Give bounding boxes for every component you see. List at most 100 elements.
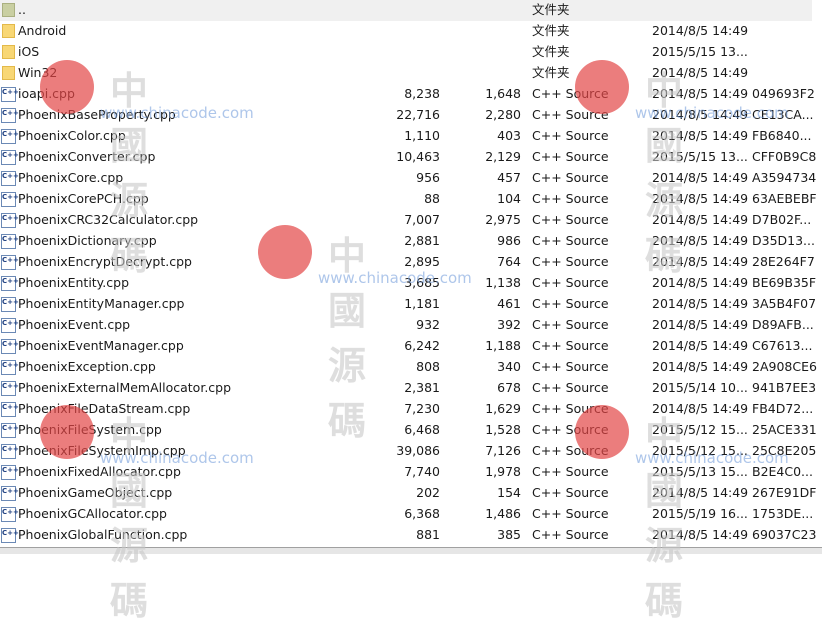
file-row[interactable]: C++ PhoenixFixedAllocator.cpp 7,740 1,978 C+…	[0, 462, 822, 483]
file-crc: A3594734	[752, 170, 817, 185]
file-type: C++ Source	[532, 485, 609, 500]
file-name: PhoenixFileSystem.cpp	[18, 422, 162, 437]
file-name: PhoenixCore.cpp	[18, 170, 124, 185]
cpp-file-icon: C++	[1, 381, 19, 396]
file-modified: 2015/5/15 13...	[652, 149, 748, 164]
file-crc: 25ACE331	[752, 422, 817, 437]
file-row[interactable]: C++ PhoenixCore.cpp 956 457 C++ Source 2014/8…	[0, 168, 822, 189]
file-size: 2,381	[404, 380, 440, 395]
file-name: Android	[18, 23, 67, 38]
file-row[interactable]: C++ PhoenixFileDataStream.cpp 7,230 1,629 C+…	[0, 399, 822, 420]
cpp-file-icon: C++	[1, 192, 19, 207]
file-row[interactable]: C++ PhoenixDictionary.cpp 2,881 986 C++ Sour…	[0, 231, 822, 252]
file-crc: D35D13...	[752, 233, 815, 248]
file-packed: 392	[497, 317, 521, 332]
file-row[interactable]: C++ PhoenixGCAllocator.cpp 6,368 1,486 C++ S…	[0, 504, 822, 525]
file-packed: 1,138	[485, 275, 521, 290]
file-packed: 403	[497, 128, 521, 143]
file-row[interactable]: C++ PhoenixException.cpp 808 340 C++ Source 2…	[0, 357, 822, 378]
file-crc: C67613...	[752, 338, 813, 353]
file-modified: 2014/8/5 14:49	[652, 212, 749, 227]
cpp-file-icon: C++	[1, 339, 19, 354]
file-name: PhoenixException.cpp	[18, 359, 156, 374]
file-row[interactable]: C++ PhoenixCRC32Calculator.cpp 7,007 2,975 C…	[0, 210, 822, 231]
file-row[interactable]: iOS 文件夹 2015/5/15 13...	[0, 42, 822, 63]
file-name: PhoenixEventManager.cpp	[18, 338, 184, 353]
file-crc: 69037C23	[752, 527, 817, 542]
file-packed: 1,629	[485, 401, 521, 416]
file-type: C++ Source	[532, 149, 609, 164]
file-size: 202	[416, 485, 440, 500]
file-type: C++ Source	[532, 107, 609, 122]
file-crc: FB4D72...	[752, 401, 814, 416]
cpp-file-icon: C++	[1, 528, 19, 543]
file-row[interactable]: Android 文件夹 2014/8/5 14:49	[0, 21, 822, 42]
file-modified: 2014/8/5 14:49	[652, 527, 749, 542]
file-row[interactable]: C++ PhoenixEvent.cpp 932 392 C++ Source 2014/…	[0, 315, 822, 336]
file-type: C++ Source	[532, 86, 609, 101]
file-name: PhoenixGlobalFunction.cpp	[18, 527, 188, 542]
cpp-file-icon: C++	[1, 444, 19, 459]
file-row[interactable]: .. 文件夹	[0, 0, 812, 21]
file-row[interactable]: C++ PhoenixEntity.cpp 3,685 1,138 C++ Source…	[0, 273, 822, 294]
file-modified: 2014/8/5 14:49	[652, 128, 749, 143]
file-row[interactable]: C++ PhoenixGameObject.cpp 202 154 C++ Source…	[0, 483, 822, 504]
file-modified: 2014/8/5 14:49	[652, 338, 749, 353]
file-row[interactable]: C++ PhoenixEncryptDecrypt.cpp 2,895 764 C++ …	[0, 252, 822, 273]
file-row[interactable]: C++ PhoenixConverter.cpp 10,463 2,129 C++ So…	[0, 147, 822, 168]
file-modified: 2015/5/12 15...	[652, 443, 748, 458]
file-crc: 28E264F7	[752, 254, 815, 269]
file-crc: 941B7EE3	[752, 380, 817, 395]
file-modified: 2015/5/13 15...	[652, 464, 748, 479]
cpp-file-icon: C++	[1, 129, 19, 144]
file-size: 956	[416, 170, 440, 185]
file-type: C++ Source	[532, 401, 609, 416]
file-modified: 2014/8/5 14:49	[652, 296, 749, 311]
file-row[interactable]: C++ PhoenixCorePCH.cpp 88 104 C++ Source 2014…	[0, 189, 822, 210]
file-size: 10,463	[396, 149, 440, 164]
file-row[interactable]: C++ PhoenixGlobalFunction.cpp 881 385 C++ So…	[0, 525, 822, 546]
file-type: 文件夹	[532, 23, 570, 38]
file-row[interactable]: Win32 文件夹 2014/8/5 14:49	[0, 63, 822, 84]
file-type: C++ Source	[532, 275, 609, 290]
file-size: 7,740	[404, 464, 440, 479]
file-size: 7,007	[404, 212, 440, 227]
file-crc: 3A5B4F07	[752, 296, 817, 311]
cpp-file-icon: C++	[1, 234, 19, 249]
file-row[interactable]: C++ PhoenixFileSystem.cpp 6,468 1,528 C++ So…	[0, 420, 822, 441]
file-modified: 2014/8/5 14:49	[652, 359, 749, 374]
file-packed: 986	[497, 233, 521, 248]
cpp-file-icon: C++	[1, 486, 19, 501]
file-row[interactable]: C++ PhoenixFileSystemImp.cpp 39,086 7,126 C+…	[0, 441, 822, 462]
cpp-file-icon: C++	[1, 276, 19, 291]
folder-up-icon	[2, 3, 15, 17]
file-size: 1,110	[404, 128, 440, 143]
file-modified: 2015/5/12 15...	[652, 422, 748, 437]
file-name: PhoenixFileSystemImp.cpp	[18, 443, 186, 458]
file-packed: 1,528	[485, 422, 521, 437]
file-size: 3,685	[404, 275, 440, 290]
file-packed: 1,188	[485, 338, 521, 353]
file-modified: 2014/8/5 14:49	[652, 401, 749, 416]
file-row[interactable]: C++ PhoenixBaseProperty.cpp 22,716 2,280 C++…	[0, 105, 822, 126]
file-list: .. 文件夹 Android 文件夹 2014/8/5 14:49 iOS 文件夹 2015/…	[0, 0, 822, 546]
file-type: C++ Source	[532, 233, 609, 248]
file-type: C++ Source	[532, 296, 609, 311]
file-crc: B2E4C0...	[752, 464, 813, 479]
file-row[interactable]: C++ PhoenixEntityManager.cpp 1,181 461 C++ S…	[0, 294, 822, 315]
file-row[interactable]: C++ PhoenixEventManager.cpp 6,242 1,188 C++ …	[0, 336, 822, 357]
file-name: PhoenixColor.cpp	[18, 128, 126, 143]
cpp-file-icon: C++	[1, 150, 19, 165]
cpp-file-icon: C++	[1, 402, 19, 417]
file-type: C++ Source	[532, 443, 609, 458]
file-row[interactable]: C++ PhoenixExternalMemAllocator.cpp 2,381 6…	[0, 378, 822, 399]
file-crc: BE69B35F	[752, 275, 817, 290]
file-row[interactable]: C++ PhoenixColor.cpp 1,110 403 C++ Source 201…	[0, 126, 822, 147]
file-modified: 2015/5/15 13...	[652, 44, 748, 59]
file-name: ioapi.cpp	[18, 86, 75, 101]
file-crc: CFF0B9C8	[752, 149, 817, 164]
file-name: PhoenixDictionary.cpp	[18, 233, 157, 248]
file-size: 2,881	[404, 233, 440, 248]
file-row[interactable]: C++ ioapi.cpp 8,238 1,648 C++ Source 2014/8/5…	[0, 84, 822, 105]
file-name: PhoenixCRC32Calculator.cpp	[18, 212, 199, 227]
